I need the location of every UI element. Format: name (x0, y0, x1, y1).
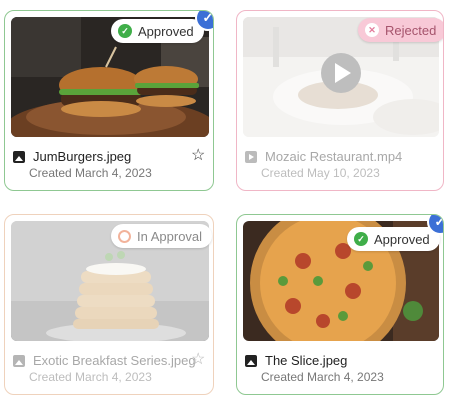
status-badge: ✓ Approved (347, 227, 440, 251)
in-approval-ring-icon (118, 229, 131, 243)
rejected-x-icon: ✕ (365, 23, 379, 37)
file-name: JumBurgers.jpeg (33, 149, 132, 164)
file-name-row: The Slice.jpeg (245, 353, 347, 368)
asset-card-jumburgers[interactable]: ✓ Approved ✓ JumBurgers.jpeg Created Mar… (4, 10, 214, 191)
status-label: Approved (138, 23, 194, 39)
approved-check-icon: ✓ (354, 232, 368, 246)
created-date: Created March 4, 2023 (29, 166, 152, 180)
video-file-icon (245, 150, 257, 163)
created-date: Created March 4, 2023 (29, 370, 152, 384)
image-file-icon (13, 354, 25, 367)
created-date: Created May 10, 2023 (261, 166, 380, 180)
created-date: Created March 4, 2023 (261, 370, 384, 384)
asset-card-the-slice[interactable]: ✓ Approved ✓ The Slice.jpeg Created Marc… (236, 214, 444, 395)
status-label: In Approval (137, 228, 203, 244)
status-label: Rejected (385, 22, 437, 38)
approved-check-icon: ✓ (118, 24, 132, 38)
file-name-row: JumBurgers.jpeg (13, 149, 131, 164)
status-badge: ✕ Rejected (358, 18, 443, 42)
asset-card-mozaic-restaurant[interactable]: ✕ Rejected Mozaic Restaurant.mp4 Created… (236, 10, 444, 191)
status-label: Approved (374, 231, 430, 247)
image-file-icon (245, 354, 257, 367)
asset-card-exotic-breakfast[interactable]: In Approval Exotic Breakfast Series.jpeg… (4, 214, 214, 395)
file-name: Exotic Breakfast Series.jpeg (33, 353, 196, 368)
image-file-icon (13, 150, 25, 163)
star-icon[interactable]: ☆ (191, 352, 205, 368)
status-badge: ✓ Approved (111, 19, 204, 43)
file-name-row: Exotic Breakfast Series.jpeg (13, 353, 196, 368)
file-name: The Slice.jpeg (265, 353, 348, 368)
status-badge: In Approval (111, 224, 213, 248)
file-name: Mozaic Restaurant.mp4 (265, 149, 403, 164)
file-name-row: Mozaic Restaurant.mp4 (245, 149, 402, 164)
star-icon[interactable]: ☆ (191, 148, 205, 164)
